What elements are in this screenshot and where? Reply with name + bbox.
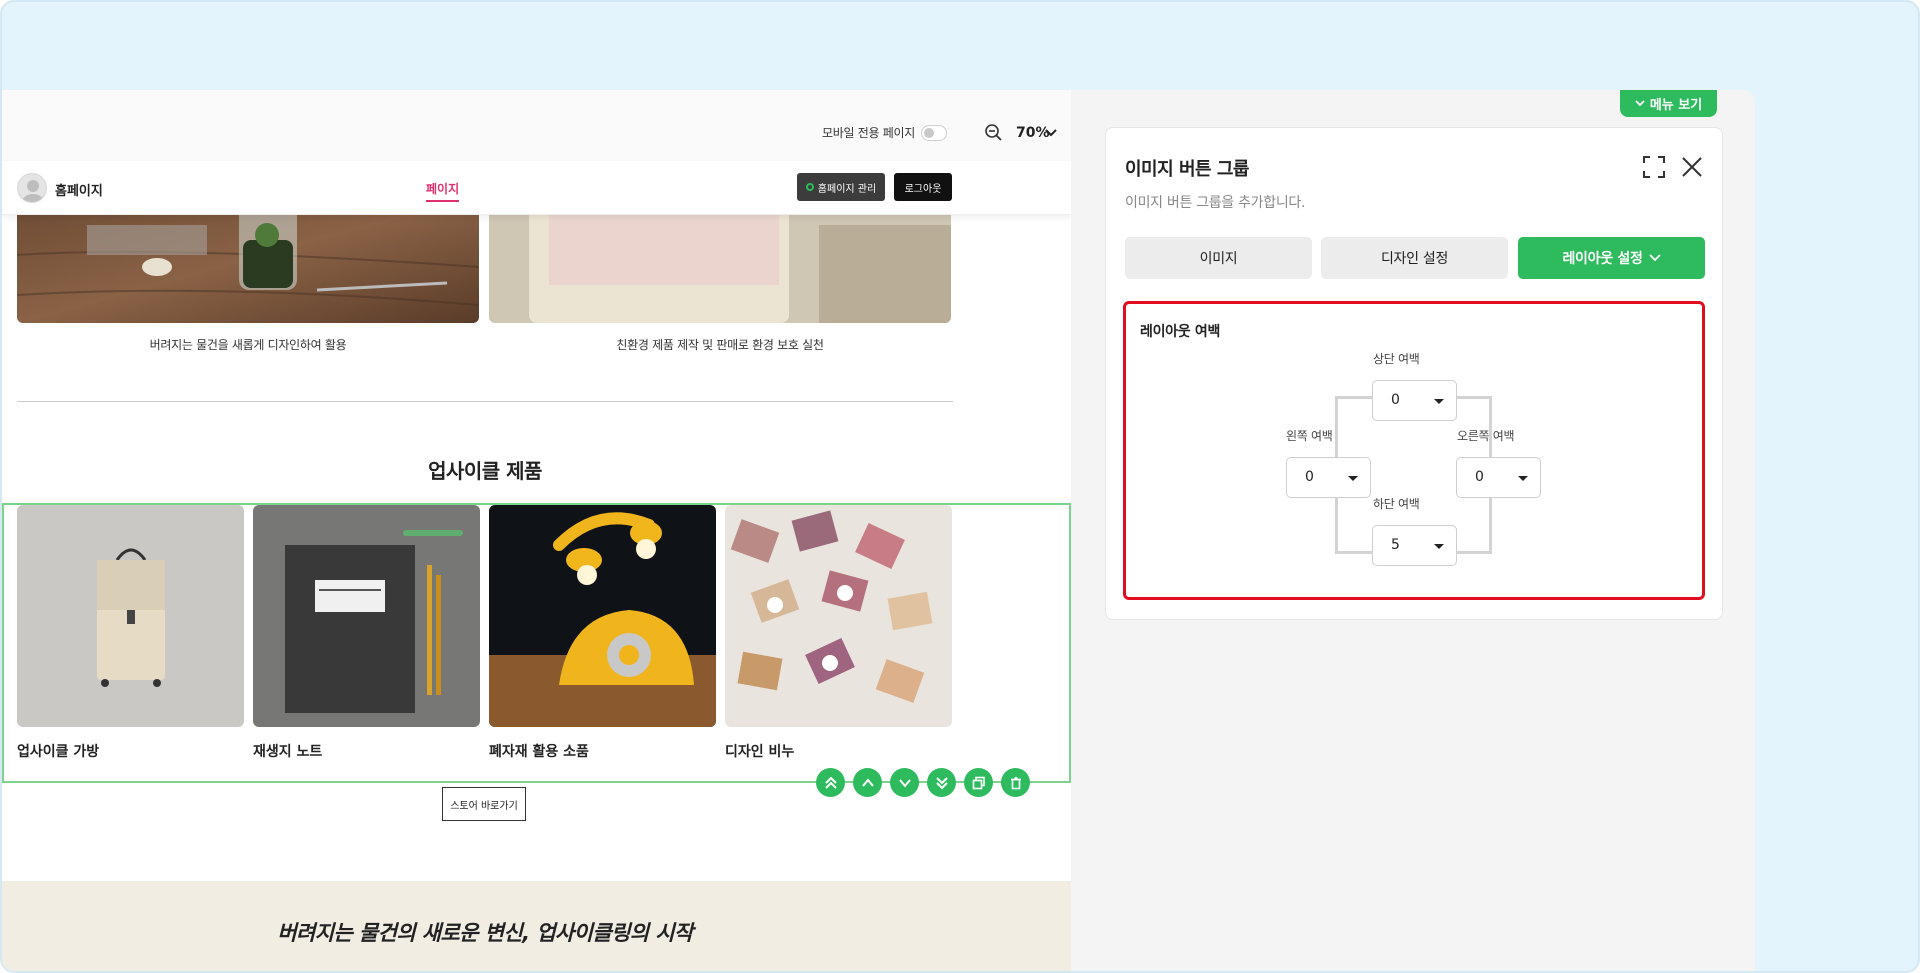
left-margin-value: 0 xyxy=(1305,469,1314,485)
bottom-margin-select[interactable]: 5 xyxy=(1372,525,1457,566)
move-to-top-button[interactable] xyxy=(816,768,845,797)
move-down-button[interactable] xyxy=(890,768,919,797)
bottom-margin-value: 5 xyxy=(1391,537,1400,553)
tab-layout-label: 레이아웃 설정 xyxy=(1562,251,1643,267)
caret-down-icon xyxy=(1348,476,1358,481)
avatar xyxy=(17,173,47,203)
product-label[interactable]: 재생지 노트 xyxy=(253,741,322,761)
chevron-up-icon xyxy=(861,777,874,787)
top-margin-select[interactable]: 0 xyxy=(1372,380,1457,421)
panel-description: 이미지 버튼 그룹을 추가합니다. xyxy=(1125,195,1306,211)
caret-down-icon xyxy=(1518,476,1528,481)
move-up-button[interactable] xyxy=(853,768,882,797)
close-icon[interactable] xyxy=(1681,156,1703,178)
nav-page-link[interactable]: 페이지 xyxy=(426,180,460,202)
user-icon xyxy=(22,180,44,202)
trash-icon xyxy=(1010,776,1021,789)
bottom-margin-label: 하단 여백 xyxy=(1373,497,1420,511)
expand-icon[interactable] xyxy=(1643,156,1665,178)
store-link-button[interactable]: 스토어 바로가기 xyxy=(442,787,526,821)
tab-layout-settings[interactable]: 레이아웃 설정 xyxy=(1518,237,1705,279)
caret-down-icon xyxy=(1434,544,1444,549)
tab-image[interactable]: 이미지 xyxy=(1125,237,1312,279)
double-chevron-down-icon xyxy=(935,776,948,789)
footer-banner: 버려지는 물건의 새로운 변신, 업사이클링의 시작 xyxy=(2,881,1071,971)
top-margin-value: 0 xyxy=(1391,392,1400,408)
layout-margin-title: 레이아웃 여백 xyxy=(1140,324,1221,340)
right-margin-select[interactable]: 0 xyxy=(1456,457,1541,498)
settings-panel: 이미지 버튼 그룹 이미지 버튼 그룹을 추가합니다. 이미지 디자인 설정 레… xyxy=(1105,127,1723,620)
status-dot-icon xyxy=(805,183,814,191)
toggle-knob xyxy=(924,128,934,138)
homepage-manage-button[interactable]: 홈페이지 관리 xyxy=(797,173,885,201)
panel-title: 이미지 버튼 그룹 xyxy=(1125,159,1249,180)
move-to-bottom-button[interactable] xyxy=(927,768,956,797)
top-margin-label: 상단 여백 xyxy=(1373,352,1420,366)
delete-button[interactable] xyxy=(1001,768,1030,797)
right-margin-label: 오른쪽 여백 xyxy=(1457,429,1515,443)
left-margin-label: 왼쪽 여백 xyxy=(1286,429,1333,443)
gallery-caption: 친환경 제품 제작 및 판매로 환경 보호 실천 xyxy=(616,338,824,352)
product-image-phone-lamp[interactable] xyxy=(489,505,716,727)
mobile-only-toggle[interactable] xyxy=(921,125,947,141)
left-margin-select[interactable]: 0 xyxy=(1286,457,1371,498)
zoom-out-icon[interactable] xyxy=(984,123,1004,143)
section-divider xyxy=(17,401,953,402)
product-image-notebook[interactable] xyxy=(253,505,480,727)
menu-toggle-button[interactable]: 메뉴 보기 xyxy=(1620,90,1717,117)
chevron-down-icon xyxy=(1648,254,1661,262)
caret-down-icon xyxy=(1434,399,1444,404)
gallery-caption: 버려지는 물건을 새롭게 디자인하여 활용 xyxy=(149,338,347,352)
app-frame: 모바일 전용 페이지 70% 홈페이지 페이지 홈페이지 관리 로그아웃 버려지… xyxy=(0,0,1920,973)
layout-margin-section: 레이아웃 여백 상단 여백 0 왼쪽 여백 0 오른쪽 여백 0 하단 여백 5 xyxy=(1123,301,1705,600)
right-margin-value: 0 xyxy=(1475,469,1484,485)
page-preview: 모바일 전용 페이지 70% 홈페이지 페이지 홈페이지 관리 로그아웃 버려지… xyxy=(2,90,1071,971)
manage-button-label: 홈페이지 관리 xyxy=(817,183,877,195)
block-controls xyxy=(816,768,1030,797)
chevron-down-icon xyxy=(1635,100,1645,107)
product-image-soap[interactable] xyxy=(725,505,952,727)
chevron-down-icon xyxy=(898,778,911,788)
logout-button[interactable]: 로그아웃 xyxy=(894,173,952,201)
chevron-down-icon[interactable] xyxy=(1045,129,1057,137)
copy-icon xyxy=(972,776,985,789)
site-brand[interactable]: 홈페이지 xyxy=(55,180,103,199)
product-label[interactable]: 디자인 비누 xyxy=(725,741,794,761)
double-chevron-up-icon xyxy=(824,776,837,789)
product-label[interactable]: 업사이클 가방 xyxy=(17,741,99,761)
section-title: 업사이클 제품 xyxy=(428,459,542,483)
menu-toggle-label: 메뉴 보기 xyxy=(1649,98,1703,113)
duplicate-button[interactable] xyxy=(964,768,993,797)
product-label[interactable]: 폐자재 활용 소품 xyxy=(489,741,589,761)
product-image-bag[interactable] xyxy=(17,505,244,727)
tab-design-settings[interactable]: 디자인 설정 xyxy=(1321,237,1508,279)
mobile-only-label: 모바일 전용 페이지 xyxy=(822,126,915,140)
footer-slogan: 버려지는 물건의 새로운 변신, 업사이클링의 시작 xyxy=(277,921,693,945)
preview-toolbar: 모바일 전용 페이지 70% xyxy=(2,90,1071,161)
site-header: 홈페이지 페이지 홈페이지 관리 로그아웃 xyxy=(2,161,1071,215)
